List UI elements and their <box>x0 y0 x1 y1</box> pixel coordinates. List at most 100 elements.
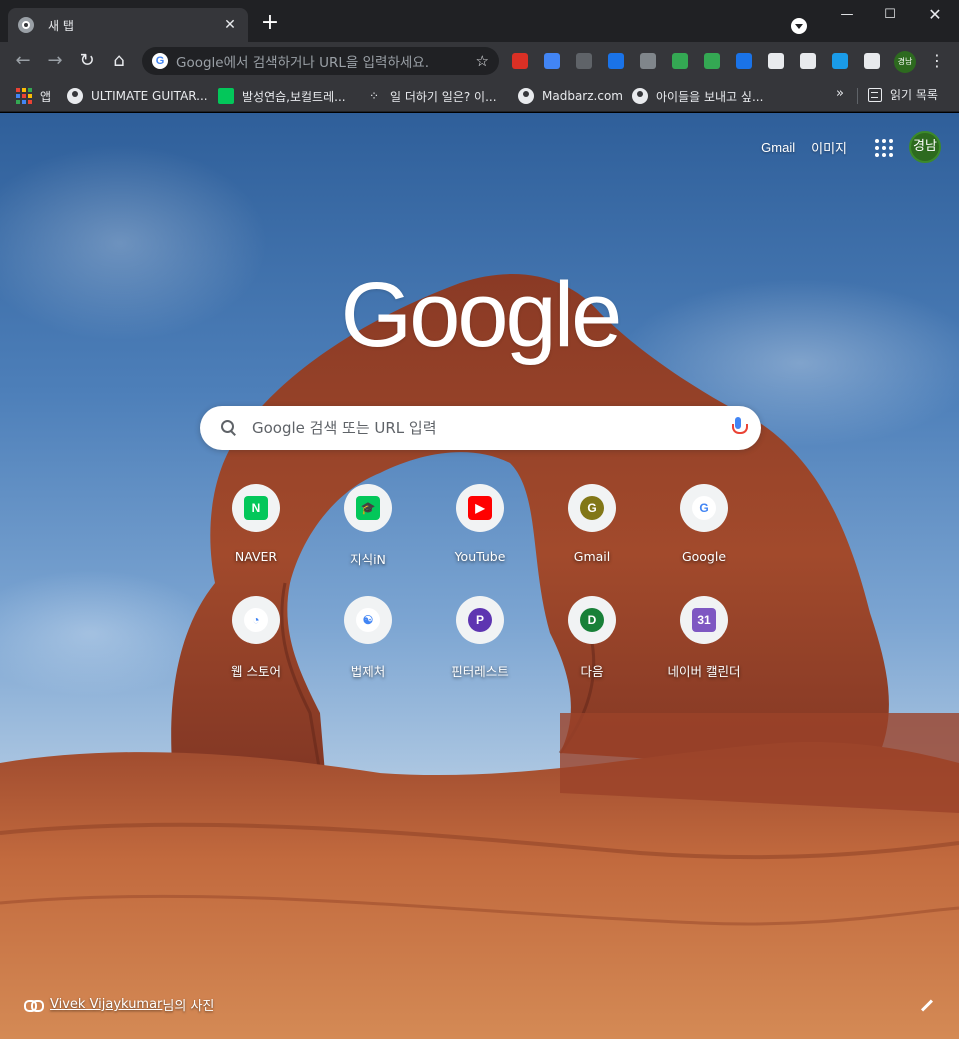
bookmark-kids[interactable]: 아이들을 보내고 싶... <box>632 86 763 106</box>
shortcut-tile[interactable]: D 다음 <box>536 590 648 690</box>
globe-icon <box>632 88 648 104</box>
tab-search-button[interactable] <box>791 18 807 34</box>
bookmark-label: 앱 <box>40 89 52 104</box>
adblock-extension-icon[interactable] <box>512 53 528 69</box>
mail-extension-icon[interactable] <box>768 53 784 69</box>
shortcut-icon-circle: N <box>232 484 280 532</box>
account-avatar[interactable]: 경남 <box>909 131 941 163</box>
fx-extension-icon[interactable] <box>640 53 656 69</box>
shortcut-tile[interactable]: P 핀터레스트 <box>424 590 536 690</box>
check-extension-icon[interactable] <box>672 53 688 69</box>
tab-new-tab[interactable]: 새 탭 ✕ <box>8 8 248 42</box>
gmail-link[interactable]: Gmail <box>761 140 795 155</box>
bookmark-ultimate-guitar[interactable]: ULTIMATE GUITAR... <box>67 86 208 106</box>
back-button[interactable]: ← <box>10 48 36 74</box>
google-apps-icon[interactable] <box>873 137 893 157</box>
shortcut-favicon-icon: P <box>468 608 492 632</box>
search-icon <box>220 419 238 437</box>
reading-list-icon <box>868 87 882 102</box>
shortcut-icon-circle: ◔ <box>232 596 280 644</box>
maximize-button[interactable]: ☐ <box>875 4 905 26</box>
shortcut-label: 지식iN <box>350 552 386 567</box>
shortcut-favicon-icon: D <box>580 608 604 632</box>
photo-attribution: Vivek Vijaykumar 님의 사진 <box>24 995 214 1014</box>
globe-icon <box>67 88 83 104</box>
ublock-extension-icon[interactable] <box>576 53 592 69</box>
bookmark-label: 일 더하기 일은? 이... <box>390 89 497 104</box>
profile-button[interactable]: 경남 <box>894 51 916 73</box>
address-bar-placeholder[interactable]: Google에서 검색하거나 URL을 입력하세요. <box>176 51 476 71</box>
c-extension-icon[interactable] <box>736 53 752 69</box>
shortcut-label: 다음 <box>580 664 604 679</box>
reload-button[interactable]: ↻ <box>74 48 100 74</box>
photographer-link[interactable]: Vivek Vijaykumar <box>50 997 162 1012</box>
top-links: Gmail 이미지 경남 <box>745 131 941 163</box>
shortcut-favicon-icon: ☯ <box>356 608 380 632</box>
attribution-suffix: 님의 사진 <box>162 999 215 1014</box>
shortcut-tile[interactable]: G Google <box>648 478 760 578</box>
address-bar[interactable]: G Google에서 검색하거나 URL을 입력하세요. ☆ <box>142 47 499 75</box>
translate-extension-icon[interactable] <box>544 53 560 69</box>
reading-list-button[interactable]: 읽기 목록 <box>868 86 938 103</box>
shortcut-icon-circle: D <box>568 596 616 644</box>
close-window-button[interactable]: ✕ <box>920 4 950 26</box>
dots-icon: ⁘ <box>368 89 380 103</box>
home-button[interactable]: ⌂ <box>106 48 132 74</box>
divider <box>857 88 858 104</box>
shortcut-grid: N NAVER 🎓 지식iN ▶ YouTube G Gmail G Google ◔ 웹 스토어 ☯ 법… <box>200 478 760 690</box>
shortcut-tile[interactable]: ◔ 웹 스토어 <box>200 590 312 690</box>
link-icon <box>24 999 44 1012</box>
shortcut-favicon-icon: ▶ <box>468 496 492 520</box>
puzzle-extension-icon[interactable] <box>864 53 880 69</box>
close-tab-icon[interactable]: ✕ <box>222 17 238 33</box>
shortcut-label: 핀터레스트 <box>451 664 509 679</box>
shortcut-tile[interactable]: 31 네이버 캘린더 <box>648 590 760 690</box>
shortcut-label: YouTube <box>454 549 506 564</box>
images-link[interactable]: 이미지 <box>811 138 847 157</box>
apps-grid-icon <box>16 88 32 104</box>
customize-pencil-icon[interactable] <box>918 997 936 1015</box>
todo-extension-icon[interactable] <box>832 53 848 69</box>
download-extension-icon[interactable] <box>608 53 624 69</box>
shortcut-icon-circle: 31 <box>680 596 728 644</box>
shortcut-label: 법제처 <box>350 664 386 679</box>
bookmark-star-icon[interactable]: ☆ <box>476 52 489 70</box>
new-tab-button[interactable]: + <box>258 12 282 36</box>
new-tab-page: Gmail 이미지 경남 Google N NAVER 🎓 지식iN ▶ YouTube G… <box>0 113 959 1039</box>
shortcut-favicon-icon: G <box>692 496 716 520</box>
minimize-button[interactable]: — <box>832 4 862 26</box>
bookmark-vocal-training[interactable]: 발성연습,보컬트레... <box>218 86 346 106</box>
globe-icon <box>518 88 534 104</box>
microphone-icon[interactable] <box>731 417 748 439</box>
shortcut-tile[interactable]: 🎓 지식iN <box>312 478 424 578</box>
shortcut-favicon-icon: G <box>580 496 604 520</box>
shortcut-favicon-icon: ◔ <box>244 608 268 632</box>
shortcut-tile[interactable]: ▶ YouTube <box>424 478 536 578</box>
bookmarks-bar: 앱 ULTIMATE GUITAR... 발성연습,보컬트레... ⁘ 일 더하… <box>0 80 959 112</box>
bookmark-label: ULTIMATE GUITAR... <box>91 89 208 103</box>
bookmark-apps[interactable]: 앱 <box>16 86 51 106</box>
bookmark-label: 아이들을 보내고 싶... <box>656 89 764 104</box>
chrome-menu-button[interactable]: ⋮ <box>928 50 946 72</box>
ghost-extension-icon[interactable] <box>800 53 816 69</box>
bookmark-label: 발성연습,보컬트레... <box>242 89 346 104</box>
shortcut-favicon-icon: 31 <box>692 608 716 632</box>
bookmark-label: Madbarz.com <box>542 89 623 103</box>
bookmark-madbarz[interactable]: Madbarz.com <box>518 86 623 106</box>
shortcut-icon-circle: P <box>456 596 504 644</box>
shortcut-icon-circle: ☯ <box>344 596 392 644</box>
search-box[interactable] <box>200 406 761 450</box>
bookmark-one-plus-one[interactable]: ⁘ 일 더하기 일은? 이... <box>366 86 497 106</box>
google-logo: Google <box>340 264 623 366</box>
screenshot-extension-icon[interactable] <box>704 53 720 69</box>
google-g-icon: G <box>152 53 168 69</box>
shortcut-tile[interactable]: ☯ 법제처 <box>312 590 424 690</box>
tab-title: 새 탭 <box>48 18 74 33</box>
forward-button[interactable]: → <box>42 48 68 74</box>
shortcut-favicon-icon: 🎓 <box>356 496 380 520</box>
shortcut-label: 웹 스토어 <box>231 664 281 679</box>
shortcut-tile[interactable]: N NAVER <box>200 478 312 578</box>
bookmarks-overflow-button[interactable]: » <box>836 86 844 101</box>
search-input[interactable] <box>252 419 731 437</box>
shortcut-tile[interactable]: G Gmail <box>536 478 648 578</box>
